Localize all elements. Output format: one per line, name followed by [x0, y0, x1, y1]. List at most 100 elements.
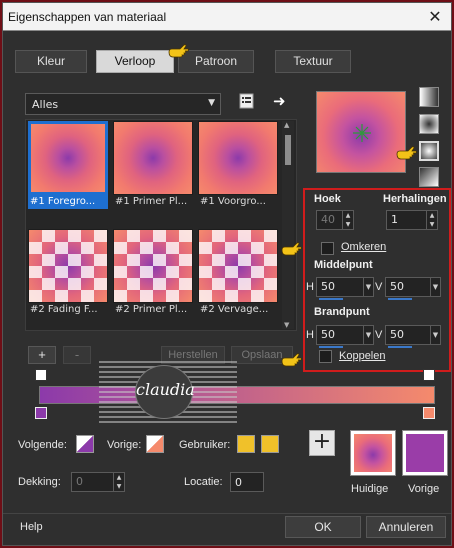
- library-filter-select[interactable]: Alles ▼: [25, 93, 221, 115]
- gradient-thumb-label: #2 Vervage...: [200, 304, 269, 315]
- gradient-thumb-label: #1 Voorgro...: [200, 196, 266, 207]
- window-title: Eigenschappen van materiaal: [8, 10, 167, 24]
- focal-h-label: H: [306, 329, 314, 341]
- library-scrollbar[interactable]: ▲ ▼: [282, 121, 294, 329]
- opacity-stepper[interactable]: ▲ ▼: [113, 473, 124, 491]
- gradient-thumb-1[interactable]: #1 Foregro...: [28, 121, 108, 209]
- user-swatch-2[interactable]: [261, 435, 279, 453]
- midpoint-h-label: H: [306, 281, 314, 293]
- gradient-thumb-label: #2 Fading F...: [30, 304, 98, 315]
- library-filter-value: Alles: [32, 98, 59, 111]
- current-material-swatch[interactable]: [350, 430, 396, 476]
- footer-divider: [3, 513, 451, 514]
- gradient-thumb-3[interactable]: #1 Voorgro...: [198, 121, 278, 207]
- color-stop-right[interactable]: [423, 407, 435, 419]
- library-list-icon[interactable]: [239, 93, 255, 109]
- focal-h-field[interactable]: 50 ▼: [316, 325, 374, 348]
- focal-v-field[interactable]: 50 ▼: [385, 325, 441, 348]
- previous-material-label: Vorige: [408, 483, 440, 495]
- midpoint-h-field[interactable]: 50 ▼: [316, 277, 374, 300]
- chevron-down-icon[interactable]: ▼: [430, 326, 440, 344]
- cancel-button[interactable]: Annuleren: [366, 516, 446, 538]
- gradient-thumb-image: [198, 121, 278, 195]
- remove-gradient-button[interactable]: -: [63, 346, 91, 364]
- focal-h-value: 50: [321, 328, 335, 341]
- focal-point-marker-icon[interactable]: [352, 123, 372, 143]
- close-button[interactable]: ✕: [423, 6, 447, 28]
- linear-gradient-style-button[interactable]: [419, 87, 439, 107]
- chevron-down-icon[interactable]: ▼: [430, 278, 440, 296]
- angle-field[interactable]: 40 ▲ ▼: [316, 210, 354, 230]
- midpoint-h-slider[interactable]: [319, 298, 343, 300]
- opacity-field[interactable]: 0 ▲ ▼: [71, 472, 125, 492]
- previous-swatch[interactable]: [146, 435, 164, 453]
- followed-swatch[interactable]: [76, 435, 94, 453]
- gradient-thumb-image: [28, 229, 108, 303]
- add-swatch-button[interactable]: +: [309, 430, 335, 456]
- tab-color[interactable]: Kleur: [15, 50, 87, 73]
- location-label: Locatie:: [184, 476, 223, 488]
- angle-value: 40: [321, 213, 335, 226]
- previous-color-label: Vorige:: [107, 439, 142, 451]
- repeats-stepper[interactable]: ▲ ▼: [426, 211, 437, 229]
- midpoint-v-field[interactable]: 50 ▼: [385, 277, 441, 300]
- color-stop-left[interactable]: [35, 407, 47, 419]
- gradient-thumb-label: #1 Foregro...: [28, 195, 108, 209]
- user-swatch[interactable]: [237, 435, 255, 453]
- material-properties-dialog: Eigenschappen van materiaal ✕ Kleur Verl…: [2, 2, 452, 546]
- help-link[interactable]: Help: [20, 521, 43, 533]
- invert-checkbox[interactable]: [321, 242, 334, 255]
- scroll-down-icon[interactable]: ▼: [284, 321, 289, 329]
- gradient-thumb-2[interactable]: #1 Primer Pl...: [113, 121, 193, 207]
- scroll-up-icon[interactable]: ▲: [284, 121, 289, 129]
- midpoint-v-value: 50: [390, 280, 404, 293]
- watermark-text: claudia: [136, 380, 195, 399]
- rectangular-gradient-style-button[interactable]: [419, 114, 439, 134]
- gradient-preview[interactable]: [316, 91, 406, 173]
- tab-texture[interactable]: Textuur: [275, 50, 351, 73]
- location-field[interactable]: 0: [230, 472, 264, 492]
- gradient-thumb-image: [113, 229, 193, 303]
- tab-gradient[interactable]: Verloop: [96, 50, 174, 73]
- midpoint-h-value: 50: [321, 280, 335, 293]
- gradient-thumb-image: [198, 229, 278, 303]
- opacity-stop-right[interactable]: [423, 369, 435, 381]
- followed-label: Volgende:: [18, 439, 67, 451]
- midpoint-label: Middelpunt: [314, 259, 373, 271]
- ok-button[interactable]: OK: [285, 516, 361, 538]
- focal-label: Brandpunt: [314, 306, 370, 318]
- repeats-value: 1: [391, 213, 398, 226]
- chevron-down-icon: ▼: [208, 98, 215, 108]
- repeats-field[interactable]: 1 ▲ ▼: [386, 210, 438, 230]
- previous-material-fill: [406, 434, 444, 472]
- focal-v-label: V: [375, 329, 383, 341]
- gradient-thumb-5[interactable]: #2 Primer Pl...: [113, 229, 193, 315]
- chevron-down-icon[interactable]: ▼: [363, 326, 373, 344]
- midpoint-v-slider[interactable]: [388, 298, 412, 300]
- sunburst-gradient-style-button[interactable]: [419, 167, 439, 187]
- gradient-thumb-6[interactable]: #2 Vervage...: [198, 229, 278, 315]
- scrollbar-thumb[interactable]: [285, 135, 291, 165]
- focal-h-slider[interactable]: [319, 346, 343, 348]
- opacity-stop-left[interactable]: [35, 369, 47, 381]
- previous-material-swatch[interactable]: [402, 430, 448, 476]
- midpoint-v-label: V: [375, 281, 383, 293]
- gradient-thumb-image: [28, 121, 108, 195]
- arrow-right-icon[interactable]: ➜: [273, 93, 291, 109]
- gradient-thumb-image: [113, 121, 193, 195]
- gradient-thumb-label: #1 Primer Pl...: [115, 196, 188, 207]
- chevron-down-icon[interactable]: ▼: [363, 278, 373, 296]
- pointing-hand-icon: [168, 44, 189, 58]
- opacity-label: Dekking:: [18, 476, 61, 488]
- angle-stepper[interactable]: ▲ ▼: [342, 211, 353, 229]
- focal-v-slider[interactable]: [388, 346, 412, 348]
- radial-gradient-style-button[interactable]: [419, 141, 439, 161]
- user-color-label: Gebruiker:: [179, 439, 231, 451]
- angle-label: Hoek: [314, 193, 341, 205]
- opacity-value: 0: [76, 475, 83, 488]
- gradient-thumb-4[interactable]: #2 Fading F...: [28, 229, 108, 315]
- current-material-fill: [354, 434, 392, 472]
- pointing-hand-icon: [396, 146, 417, 160]
- add-gradient-button[interactable]: +: [28, 346, 56, 364]
- link-checkbox[interactable]: [319, 350, 332, 363]
